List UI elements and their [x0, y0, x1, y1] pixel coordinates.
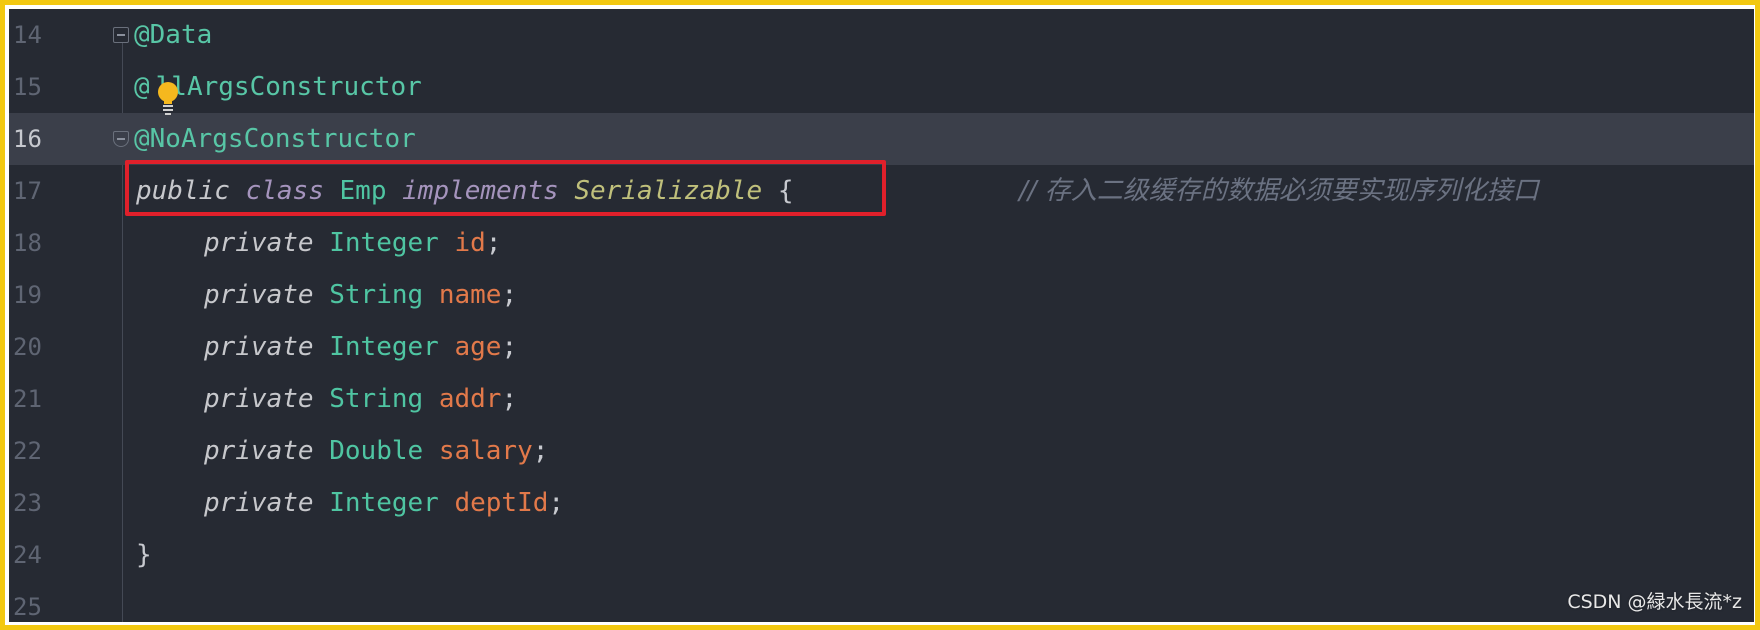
watermark: CSDN @緑水長流*z [1567, 591, 1742, 613]
code-line-22[interactable]: 22 private Double salary; [9, 425, 1754, 477]
line-number: 19 [13, 281, 42, 309]
line-number: 20 [13, 333, 42, 361]
code-line-25[interactable]: 25 [9, 581, 1754, 622]
field-modifier: private [204, 280, 314, 310]
code-line-20[interactable]: 20 private Integer age; [9, 321, 1754, 373]
line-number: 21 [13, 385, 42, 413]
field-name: age [454, 332, 502, 362]
code-line-24[interactable]: 24 } [9, 529, 1754, 581]
field-name: addr [438, 384, 502, 414]
code-line-19[interactable]: 19 private String name; [9, 269, 1754, 321]
field-type: Integer [329, 332, 439, 362]
code-line-16[interactable]: 16 @NoArgsConstructor [9, 113, 1754, 165]
field-type: String [329, 384, 424, 414]
line-number: 16 [13, 125, 42, 153]
line-number: 18 [13, 229, 42, 257]
field-name: salary [438, 436, 533, 466]
field-type: Integer [329, 228, 439, 258]
field-name: deptId [454, 488, 549, 518]
field-name: id [454, 228, 486, 258]
semicolon: ; [501, 332, 518, 362]
field-name: name [438, 280, 502, 310]
line-number: 17 [13, 177, 42, 205]
field-modifier: private [204, 436, 314, 466]
annotation-data: @Data [134, 20, 213, 50]
field-type: Double [329, 436, 424, 466]
field-type: String [329, 280, 424, 310]
field-modifier: private [204, 488, 314, 518]
semicolon: ; [501, 280, 518, 310]
close-brace: } [136, 540, 152, 570]
semicolon: ; [501, 384, 518, 414]
semicolon: ; [548, 488, 565, 518]
code-editor[interactable]: 14 @Data 15 @ llArgsConstructor 16 @NoArg… [9, 9, 1754, 622]
lightbulb-icon[interactable] [157, 81, 179, 115]
fold-icon[interactable] [113, 27, 129, 43]
line-number: 22 [13, 437, 42, 465]
fold-end-icon[interactable] [113, 131, 129, 147]
line-number: 23 [13, 489, 42, 517]
field-modifier: private [204, 332, 314, 362]
field-modifier: private [204, 384, 314, 414]
field-type: Integer [329, 488, 439, 518]
line-number: 15 [13, 73, 42, 101]
code-line-15[interactable]: 15 @ llArgsConstructor [9, 61, 1754, 113]
line-number: 14 [13, 21, 42, 49]
annotation-prefix: @ [134, 72, 150, 102]
code-line-23[interactable]: 23 private Integer deptId; [9, 477, 1754, 529]
screenshot-frame: 14 @Data 15 @ llArgsConstructor 16 @NoArg… [0, 0, 1760, 630]
line-number: 25 [13, 593, 42, 621]
code-line-14[interactable]: 14 @Data [9, 9, 1754, 61]
semicolon: ; [485, 228, 502, 258]
field-modifier: private [204, 228, 314, 258]
code-line-21[interactable]: 21 private String addr; [9, 373, 1754, 425]
code-comment: // 存入二级缓存的数据必须要实现序列化接口 [1019, 176, 1539, 206]
code-line-18[interactable]: 18 private Integer id; [9, 217, 1754, 269]
highlight-box [125, 160, 886, 216]
semicolon: ; [532, 436, 549, 466]
annotation-all-args: llArgsConstructor [155, 72, 422, 102]
annotation-no-args: @NoArgsConstructor [134, 124, 416, 154]
line-number: 24 [13, 541, 42, 569]
